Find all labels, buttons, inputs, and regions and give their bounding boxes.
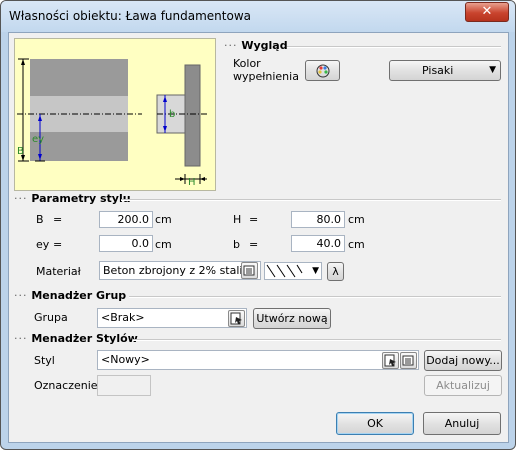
param-B-input[interactable]: 200.0 bbox=[99, 211, 153, 228]
ok-button[interactable]: OK bbox=[336, 412, 414, 435]
param-ey-unit: cm bbox=[155, 238, 172, 251]
param-ey-label: ey bbox=[36, 238, 50, 251]
mark-label: Oznaczenie bbox=[34, 379, 98, 392]
section-divider-parametry bbox=[121, 199, 501, 201]
dialog-window: Własności obiektu: Ława fundamentowa ✕ e… bbox=[0, 0, 516, 450]
param-b-eq: = bbox=[249, 238, 259, 251]
param-H-eq: = bbox=[249, 213, 259, 226]
param-B-eq: = bbox=[53, 213, 63, 226]
group-value: <Brak> bbox=[101, 311, 145, 324]
pens-dropdown-button[interactable]: Pisaki ▼ bbox=[389, 60, 501, 81]
preview-label-H: H bbox=[188, 177, 196, 188]
style-browse-button[interactable] bbox=[382, 352, 399, 369]
preview-panel: ey B b H bbox=[14, 38, 216, 191]
wall-section bbox=[184, 64, 201, 167]
footing-preview-drawing bbox=[17, 58, 207, 184]
edit-style-icon bbox=[402, 355, 414, 366]
preview-label-b: b bbox=[169, 109, 176, 120]
create-group-button[interactable]: Utwórz nową bbox=[253, 308, 331, 329]
param-b-unit: cm bbox=[348, 238, 365, 251]
hatch-pattern-select[interactable]: ▼ bbox=[264, 262, 322, 280]
pens-button-label: Pisaki bbox=[422, 64, 454, 77]
section-title-parametry: ··· Parametry stylu bbox=[14, 192, 131, 205]
window-title: Własności obiektu: Ława fundamentowa bbox=[9, 9, 251, 23]
param-H-unit: cm bbox=[348, 213, 365, 226]
group-browse-button[interactable] bbox=[228, 310, 245, 327]
close-icon: ✕ bbox=[481, 4, 493, 19]
section-divider-grupy bbox=[129, 296, 501, 298]
fill-color-label-line2: wypełnienia bbox=[233, 70, 299, 83]
section-divider-wyglad bbox=[287, 46, 501, 48]
chevron-down-icon: ▼ bbox=[312, 266, 319, 276]
browse-icon bbox=[384, 354, 396, 367]
section-title-wyglad: ··· Wygląd bbox=[224, 39, 288, 52]
style-edit-button[interactable] bbox=[400, 352, 417, 369]
close-button[interactable]: ✕ bbox=[465, 2, 509, 22]
browse-icon bbox=[230, 312, 242, 325]
hatch-pattern-icon bbox=[266, 264, 303, 278]
title-bar[interactable]: Własności obiektu: Ława fundamentowa ✕ bbox=[1, 1, 515, 32]
material-field[interactable]: Beton zbrojony z 2% stali bbox=[99, 261, 261, 280]
style-field[interactable]: <Nowy> bbox=[97, 350, 419, 370]
material-label: Materiał bbox=[36, 265, 81, 278]
color-palette-icon bbox=[316, 64, 329, 78]
fill-color-button[interactable] bbox=[305, 60, 340, 81]
material-value: Beton zbrojony z 2% stali bbox=[103, 264, 243, 277]
style-label: Styl bbox=[34, 354, 55, 367]
param-H-label: H bbox=[233, 213, 242, 226]
preview-label-ey: ey bbox=[32, 134, 45, 145]
param-b-input[interactable]: 40.0 bbox=[291, 235, 345, 252]
mark-input[interactable] bbox=[97, 375, 151, 396]
group-field[interactable]: <Brak> bbox=[97, 308, 247, 328]
param-B-unit: cm bbox=[155, 213, 172, 226]
edit-material-icon bbox=[243, 265, 255, 276]
lambda-button[interactable]: λ bbox=[327, 262, 344, 281]
style-value: <Nowy> bbox=[101, 353, 150, 366]
section-title-grupy: ··· Menadżer Grup bbox=[14, 289, 127, 302]
preview-label-B: B bbox=[17, 146, 24, 157]
material-browse-button[interactable] bbox=[241, 262, 258, 279]
section-title-style: ··· Menadżer Stylów bbox=[14, 332, 138, 345]
param-H-input[interactable]: 80.0 bbox=[291, 211, 345, 228]
fill-color-label-line1: Kolor bbox=[233, 57, 261, 70]
update-style-button[interactable]: Aktualizuj bbox=[424, 375, 502, 396]
section-divider-style bbox=[133, 339, 501, 341]
chevron-down-icon: ▼ bbox=[489, 65, 496, 75]
dialog-client: ey B b H ··· Wygląd Kolor wypełnienia Pi… bbox=[8, 32, 509, 443]
lambda-icon: λ bbox=[332, 265, 339, 278]
add-style-button[interactable]: Dodaj nowy... bbox=[424, 350, 502, 371]
cancel-button[interactable]: Anuluj bbox=[423, 412, 501, 435]
param-B-label: B bbox=[36, 213, 44, 226]
param-ey-eq: = bbox=[53, 238, 63, 251]
param-b-label: b bbox=[233, 238, 240, 251]
param-ey-input[interactable]: 0.0 bbox=[99, 235, 153, 252]
group-label: Grupa bbox=[34, 311, 68, 324]
